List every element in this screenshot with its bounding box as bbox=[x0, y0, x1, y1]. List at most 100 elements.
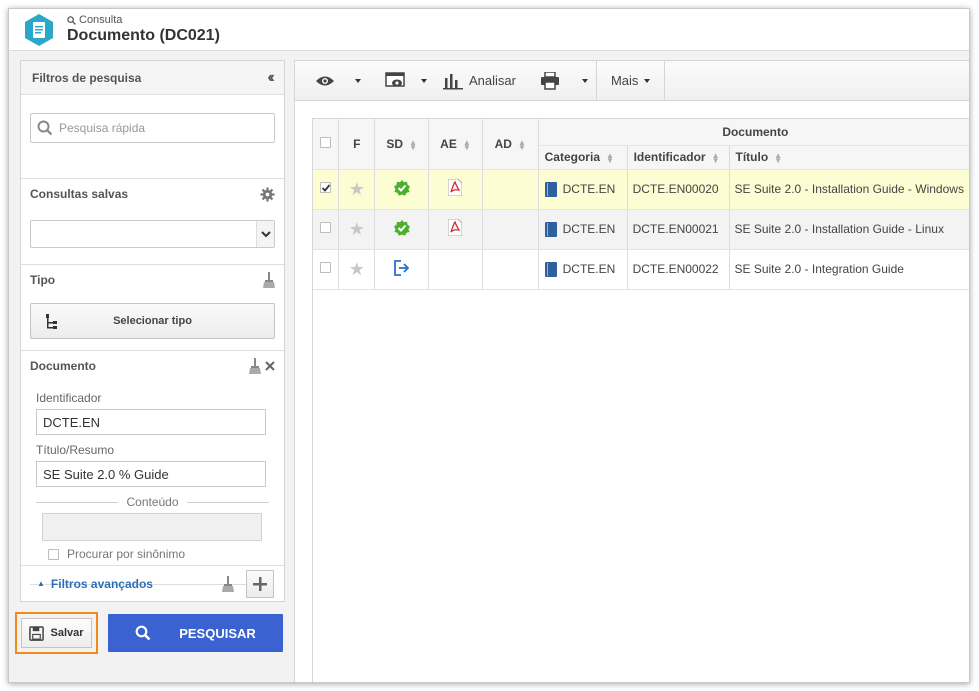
gear-icon[interactable] bbox=[260, 186, 275, 202]
caret-down-icon bbox=[421, 78, 427, 83]
conteudo-label: Conteúdo bbox=[126, 495, 179, 509]
row-select-cell[interactable] bbox=[313, 209, 340, 250]
analyze-button[interactable]: Analisar bbox=[435, 61, 524, 100]
column-header-ad[interactable]: AD ▲ ▼ bbox=[482, 119, 539, 170]
group-header-documento: Documento bbox=[538, 119, 969, 146]
collapse-panel-icon[interactable]: ‹‹ bbox=[267, 69, 274, 87]
titulo-input[interactable]: SE Suite 2.0 % Guide bbox=[36, 461, 266, 487]
sort-icon: ▲ ▼ bbox=[409, 137, 417, 152]
column-header-identificador[interactable]: Identificador ▲ ▼ bbox=[627, 145, 730, 170]
select-all-checkbox[interactable] bbox=[320, 136, 332, 148]
titulo-label: Título/Resumo bbox=[36, 443, 115, 457]
column-ae-label: AE bbox=[440, 136, 457, 151]
broom-icon[interactable] bbox=[222, 576, 234, 592]
more-label: Mais bbox=[610, 73, 639, 88]
select-all-header[interactable] bbox=[313, 119, 340, 170]
more-dropdown[interactable]: Mais bbox=[597, 61, 658, 100]
ae-cell bbox=[428, 249, 483, 290]
ad-cell bbox=[482, 169, 539, 210]
synonym-option[interactable]: Procurar por sinônimo bbox=[48, 547, 275, 561]
view-dropdown[interactable] bbox=[307, 61, 369, 100]
caret-up-icon: ▲ bbox=[37, 579, 45, 588]
caret-down-icon bbox=[355, 78, 361, 83]
ae-cell bbox=[428, 169, 483, 210]
printer-icon bbox=[540, 71, 559, 90]
row-checkbox[interactable] bbox=[320, 222, 332, 233]
synonym-label: Procurar por sinônimo bbox=[67, 547, 186, 561]
print-dropdown[interactable] bbox=[532, 61, 596, 100]
row-select-cell[interactable] bbox=[313, 169, 340, 210]
book-icon bbox=[544, 261, 557, 277]
identificador-text: DCTE.EN00022 bbox=[632, 262, 719, 276]
documento-section: Documento Identificador DCTE.EN Título/R… bbox=[21, 351, 284, 585]
tipo-header: Tipo bbox=[30, 265, 275, 295]
page-header: Consulta Documento (DC021) bbox=[9, 9, 969, 51]
row-select-cell[interactable] bbox=[313, 249, 340, 290]
identificador-text: DCTE.EN00021 bbox=[632, 222, 719, 236]
select-type-label: Selecionar tipo bbox=[113, 315, 192, 327]
categoria-text: DCTE.EN bbox=[562, 222, 616, 236]
broom-icon[interactable] bbox=[263, 272, 275, 288]
sort-icon: ▲ ▼ bbox=[774, 150, 783, 165]
column-header-sd[interactable]: SD ▲ ▼ bbox=[374, 119, 430, 170]
add-filter-button[interactable] bbox=[246, 570, 274, 598]
filter-panel-title: Filtros de pesquisa bbox=[32, 70, 142, 85]
group-header-label: Documento bbox=[722, 124, 789, 139]
search-icon bbox=[135, 625, 151, 641]
table-row[interactable]: ★ DCTE.EN DCTE.EN00021 SE Suite 2.0 - In… bbox=[313, 209, 969, 250]
titulo-text: SE Suite 2.0 - Integration Guide bbox=[734, 262, 904, 276]
chevron-down-icon bbox=[256, 221, 274, 247]
conteudo-input[interactable] bbox=[42, 513, 262, 541]
star-icon[interactable]: ★ bbox=[349, 259, 365, 279]
preview-dropdown[interactable] bbox=[377, 61, 435, 100]
select-type-button[interactable]: Selecionar tipo bbox=[30, 303, 275, 339]
table-row[interactable]: ★ DCTE.EN DCTE.EN00022 SE Suite 2.0 - In… bbox=[313, 249, 969, 290]
results-table-body: ★ DCTE.EN DCTE.EN00020 SE Suite 2.0 - In… bbox=[313, 169, 969, 290]
ad-cell bbox=[482, 209, 539, 250]
column-f-label: F bbox=[353, 136, 361, 151]
row-checkbox[interactable] bbox=[320, 262, 332, 273]
quick-search-input[interactable]: Pesquisa rápida bbox=[30, 113, 275, 143]
column-ad-label: AD bbox=[494, 136, 512, 151]
export-arrow-icon bbox=[393, 259, 409, 276]
identificador-cell: DCTE.EN00020 bbox=[627, 169, 730, 210]
page-subtitle: Consulta bbox=[67, 14, 122, 26]
advanced-filters-toggle[interactable]: ▲ Filtros avançados bbox=[37, 577, 153, 591]
identificador-input[interactable]: DCTE.EN bbox=[36, 409, 266, 435]
save-button[interactable]: Salvar bbox=[21, 618, 92, 648]
sort-icon: ▲ ▼ bbox=[606, 150, 614, 165]
quick-search-section: Pesquisa rápida bbox=[21, 113, 284, 179]
close-icon[interactable] bbox=[265, 361, 275, 371]
favorite-cell[interactable]: ★ bbox=[338, 249, 376, 290]
identificador-label: Identificador bbox=[36, 391, 102, 405]
pdf-icon[interactable] bbox=[447, 178, 463, 197]
column-header-categoria[interactable]: Categoria ▲ ▼ bbox=[538, 145, 628, 170]
column-header-f[interactable]: F bbox=[338, 119, 376, 170]
titulo-cell: SE Suite 2.0 - Installation Guide - Wind… bbox=[729, 169, 969, 210]
tree-structure-icon bbox=[46, 314, 57, 329]
sd-cell bbox=[374, 249, 430, 290]
broom-icon[interactable] bbox=[249, 358, 261, 374]
column-categoria-label: Categoria bbox=[544, 150, 600, 164]
search-button[interactable]: PESQUISAR bbox=[108, 614, 283, 652]
saved-queries-header: Consultas salvas bbox=[30, 179, 275, 209]
results-panel: Analisar Mais F SD ▲ ▼ AE ▲ ▼ AD ▲ ▼ Doc… bbox=[294, 60, 969, 682]
saved-queries-section: Consultas salvas bbox=[21, 179, 284, 265]
eye-icon bbox=[316, 76, 334, 85]
star-icon[interactable]: ★ bbox=[349, 219, 365, 239]
saved-queries-select[interactable] bbox=[30, 220, 275, 248]
pdf-icon[interactable] bbox=[447, 218, 463, 237]
document-app-icon bbox=[25, 14, 53, 46]
categoria-text: DCTE.EN bbox=[562, 262, 616, 276]
favorite-cell[interactable]: ★ bbox=[338, 209, 376, 250]
synonym-checkbox[interactable] bbox=[48, 548, 59, 560]
bar-chart-icon bbox=[443, 73, 463, 89]
sort-icon: ▲ ▼ bbox=[462, 137, 471, 152]
tipo-label: Tipo bbox=[30, 273, 56, 287]
star-icon[interactable]: ★ bbox=[349, 179, 365, 199]
favorite-cell[interactable]: ★ bbox=[338, 169, 376, 210]
column-header-ae[interactable]: AE ▲ ▼ bbox=[428, 119, 483, 170]
column-header-titulo[interactable]: Título ▲ ▼ bbox=[729, 145, 969, 170]
row-checkbox-checked[interactable] bbox=[320, 182, 332, 193]
table-row[interactable]: ★ DCTE.EN DCTE.EN00020 SE Suite 2.0 - In… bbox=[313, 169, 969, 210]
